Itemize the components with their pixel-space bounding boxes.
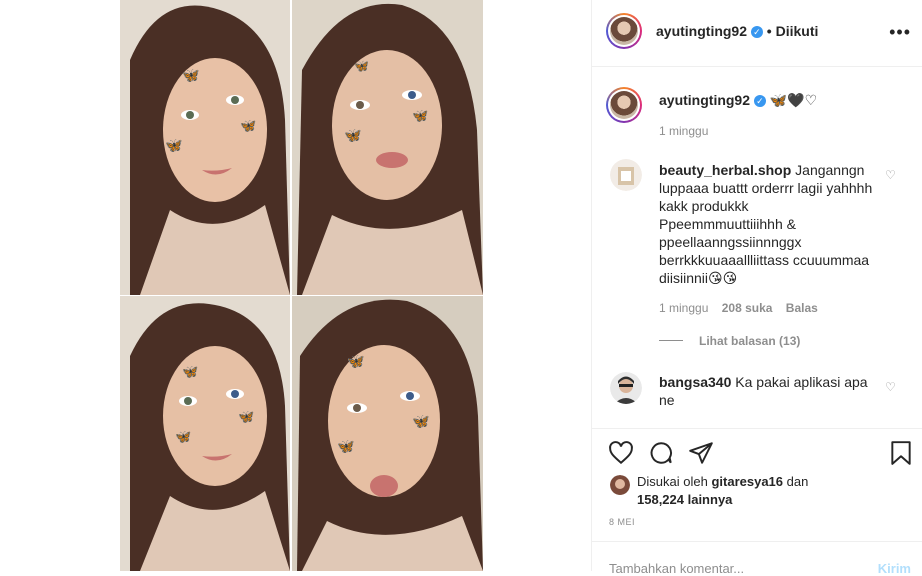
comment: bangsa340 Ka pakai aplikasi apa ne: [659, 373, 874, 409]
action-bar: [592, 428, 922, 479]
like-comment-heart-icon[interactable]: ♡: [885, 380, 896, 394]
post-header: ayutingting92 ✓ • Diikuti •••: [592, 0, 922, 67]
share-paper-plane-icon[interactable]: [688, 440, 714, 466]
like-heart-icon[interactable]: [608, 440, 634, 466]
svg-text:🦋: 🦋: [344, 127, 362, 143]
send-comment-button[interactable]: Kirim: [878, 561, 911, 576]
likes-summary: Disukai oleh gitaresya16 dan 158,224 lai…: [637, 473, 808, 509]
comment-input[interactable]: Tambahkan komentar...: [609, 561, 744, 576]
svg-text:🦋: 🦋: [412, 108, 428, 123]
svg-text:🦋: 🦋: [347, 353, 365, 369]
add-comment-bar: Tambahkan komentar... Kirim: [592, 541, 922, 576]
collage-photo-1: 🦋 🦋 🦋: [120, 0, 290, 295]
author-username[interactable]: ayutingting92: [656, 23, 747, 39]
collage-photo-2: 🦋 🦋 🦋: [292, 0, 483, 295]
collage-photo-4: 🦋 🦋 🦋: [292, 296, 483, 571]
follow-status[interactable]: • Diikuti: [767, 23, 819, 39]
caption-text: 🦋🖤♡: [769, 92, 818, 108]
comment-bubble-icon[interactable]: [648, 440, 674, 466]
view-replies-button[interactable]: Lihat balasan (13): [699, 334, 800, 348]
svg-text:🦋: 🦋: [182, 67, 200, 83]
like-comment-heart-icon[interactable]: ♡: [885, 168, 896, 182]
comment-username[interactable]: bangsa340: [659, 374, 731, 390]
svg-text:🦋: 🦋: [412, 413, 430, 429]
replies-divider: [659, 340, 683, 341]
more-options-icon[interactable]: •••: [889, 22, 911, 43]
verified-badge-icon: ✓: [753, 95, 766, 108]
liker-avatar[interactable]: [610, 475, 630, 495]
author-avatar[interactable]: [606, 13, 642, 49]
comment-username[interactable]: beauty_herbal.shop: [659, 162, 791, 178]
likes-prefix: Disukai oleh: [637, 474, 708, 489]
liked-by-username[interactable]: gitaresya16: [711, 474, 783, 489]
post-side-panel: ayutingting92 ✓ • Diikuti ••• ayutingtin…: [591, 0, 922, 576]
post-date[interactable]: 8 MEI: [609, 517, 635, 527]
comment-meta: 1 minggu 208 suka Balas: [659, 301, 818, 315]
collage-photo-3: 🦋 🦋 🦋: [120, 296, 290, 571]
likes-count[interactable]: 158,224 lainnya: [637, 492, 732, 507]
caption-username[interactable]: ayutingting92: [659, 92, 750, 108]
commenter-avatar[interactable]: [610, 372, 642, 404]
comment: beauty_herbal.shop Janganngn luppaaa bua…: [659, 161, 874, 287]
svg-text:🦋: 🦋: [240, 118, 256, 133]
caption-author-avatar[interactable]: [606, 87, 642, 123]
photo-collage[interactable]: 🦋 🦋 🦋 🦋 🦋 🦋 🦋 🦋 🦋 🦋 🦋 🦋: [120, 0, 483, 571]
svg-text:🦋: 🦋: [175, 429, 191, 444]
svg-text:🦋: 🦋: [337, 438, 355, 454]
svg-text:🦋: 🦋: [165, 137, 183, 153]
verified-badge-icon: ✓: [750, 26, 763, 39]
comment-text: Janganngn luppaaa buattt orderrr lagii y…: [659, 162, 873, 286]
caption-time[interactable]: 1 minggu: [659, 124, 708, 138]
svg-text:🦋: 🦋: [238, 409, 254, 424]
author-line: ayutingting92 ✓ • Diikuti: [656, 23, 818, 39]
comment-likes[interactable]: 208 suka: [722, 301, 773, 315]
post-image-area[interactable]: 🦋 🦋 🦋 🦋 🦋 🦋 🦋 🦋 🦋 🦋 🦋 🦋: [0, 0, 590, 571]
caption: ayutingting92 ✓ 🦋🖤♡: [659, 92, 817, 109]
reply-button[interactable]: Balas: [786, 301, 818, 315]
comment-time[interactable]: 1 minggu: [659, 301, 708, 315]
svg-text:🦋: 🦋: [354, 59, 369, 73]
likes-suffix: dan: [786, 474, 809, 489]
view-replies-label: Lihat balasan (13): [699, 334, 801, 348]
save-bookmark-icon[interactable]: [888, 440, 914, 466]
svg-text:🦋: 🦋: [182, 364, 198, 379]
commenter-avatar[interactable]: [610, 159, 642, 191]
